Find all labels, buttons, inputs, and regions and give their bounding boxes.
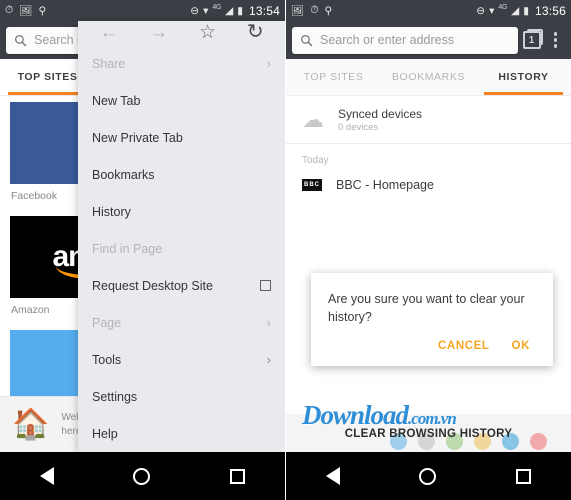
clock-label: 13:54 [248,3,280,18]
menu-item-new-tab[interactable]: New Tab [78,82,285,119]
watermark-logo: Download.com.vn [302,400,457,431]
menu-item-help[interactable]: Help [78,415,285,452]
chevron-right-icon: › [266,56,271,71]
synced-devices-text: Synced devices 0 devices [338,107,422,133]
menu-item-label: Settings [92,389,138,404]
bbc-favicon: BBC [302,179,322,191]
forward-icon[interactable]: → [149,23,168,42]
chevron-right-icon: › [266,315,271,330]
network-type-label: 4G [498,4,508,11]
battery-icon: ▮ [237,4,243,17]
menu-item-settings[interactable]: Settings [78,378,285,415]
location-pin-icon: ⚲ [324,4,333,17]
menu-item-list: Share › New Tab New Private Tab Bookmark… [78,43,285,452]
menu-item-page[interactable]: Page › [78,304,285,341]
synced-devices-count: 0 devices [338,121,379,133]
do-not-disturb-icon: ⊖ [190,4,200,17]
tab-bookmarks[interactable]: BOOKMARKS [381,59,476,95]
status-bar-right-icons: ⊖ ▾ 4G ◢ ▮ 13:56 [476,4,566,18]
section-header-today: Today [302,155,329,166]
synced-devices-row[interactable]: ☁ Synced devices 0 devices [286,96,571,144]
history-item-title: BBC - Homepage [336,178,434,192]
image-icon: 🖼 [19,5,33,17]
menu-item-bookmarks[interactable]: Bookmarks [78,156,285,193]
search-placeholder: Search or enter address [320,33,455,47]
recents-square-icon[interactable] [516,468,532,484]
wifi-icon: ▾ [489,4,495,17]
left-phone-screen: ⏱ 🖼 ⚲ ⊖ ▾ 4G ◢ ▮ 13:54 Search or enter a… [0,0,285,500]
signal-icon: ◢ [511,4,520,17]
cloud-icon: ☁ [302,106,324,132]
history-list: ☁ Synced devices 0 devices Today BBC BBC… [286,96,571,452]
alarm-icon: ⏱ [310,4,319,16]
menu-item-label: New Private Tab [92,130,183,145]
location-pin-icon: ⚲ [38,4,47,17]
chevron-right-icon: › [266,352,271,367]
home-circle-icon[interactable] [133,467,151,485]
menu-item-label: Page [92,315,122,330]
menu-nav-row: ← → ☆ ↻ [78,21,285,43]
menu-item-label: Help [92,426,118,441]
watermark: Download.com.vn CLEAR BROWSING HISTORY [286,400,571,452]
menu-item-label: History [92,204,131,219]
android-nav-bar [0,452,285,500]
browser-menu-panel: ← → ☆ ↻ Share › New Tab New Private Tab … [78,21,285,452]
dialog-actions: CANCEL OK [328,326,536,360]
status-bar-left-icons: 🖼 ⏱ ⚲ [291,4,332,17]
history-row[interactable]: BBC BBC - Homepage [286,173,571,197]
image-icon: 🖼 [291,5,305,17]
menu-item-share[interactable]: Share › [78,45,285,82]
menu-item-label: Find in Page [92,241,163,256]
menu-item-label: Tools [92,352,122,367]
menu-item-history[interactable]: History [78,193,285,230]
menu-item-label: Request Desktop Site [92,278,213,293]
menu-item-new-private-tab[interactable]: New Private Tab [78,119,285,156]
menu-item-find-in-page[interactable]: Find in Page [78,230,285,267]
signal-icon: ◢ [225,4,234,17]
ok-button[interactable]: OK [512,340,530,352]
synced-devices-title: Synced devices [338,106,423,121]
tab-counter-button[interactable]: 1 [518,25,546,55]
wifi-icon: ▾ [203,4,209,17]
tab-count-label: 1 [522,29,543,49]
kebab-menu-icon[interactable] [546,28,566,52]
android-nav-bar [286,452,571,500]
bookmark-star-icon[interactable]: ☆ [199,23,216,42]
status-bar: ⏱ 🖼 ⚲ ⊖ ▾ 4G ◢ ▮ 13:54 [0,0,285,21]
do-not-disturb-icon: ⊖ [476,4,486,17]
status-bar: 🖼 ⏱ ⚲ ⊖ ▾ 4G ◢ ▮ 13:56 [286,0,571,21]
network-type-label: 4G [212,4,222,11]
reload-icon[interactable]: ↻ [247,22,264,42]
watermark-caption: CLEAR BROWSING HISTORY [344,428,513,440]
clear-history-dialog: Are you sure you want to clear your hist… [311,273,553,367]
menu-item-label: New Tab [92,93,141,108]
back-triangle-icon[interactable] [39,467,54,485]
status-bar-left-icons: ⏱ 🖼 ⚲ [5,4,46,17]
watermark-logo-suffix: .com.vn [408,409,457,428]
tab-history[interactable]: HISTORY [476,59,571,95]
battery-icon: ▮ [523,4,529,17]
right-tab-bar: TOP SITES BOOKMARKS HISTORY [286,59,571,96]
search-icon [300,34,313,46]
search-input[interactable]: Search or enter address [292,26,518,54]
recents-square-icon[interactable] [230,468,246,484]
cancel-button[interactable]: CANCEL [438,340,490,352]
screenshot-pair: ⏱ 🖼 ⚲ ⊖ ▾ 4G ◢ ▮ 13:54 Search or enter a… [0,0,571,500]
watermark-logo-main: Download [302,400,409,430]
checkbox-icon[interactable] [260,280,271,291]
menu-item-tools[interactable]: Tools › [78,341,285,378]
back-triangle-icon[interactable] [325,467,340,485]
home-circle-icon[interactable] [419,467,437,485]
menu-item-label: Share [92,56,126,71]
clock-label: 13:56 [534,3,566,18]
alarm-icon: ⏱ [5,4,14,16]
menu-item-label: Bookmarks [92,167,155,182]
back-icon[interactable]: ← [99,23,118,42]
menu-item-request-desktop-site[interactable]: Request Desktop Site [78,267,285,304]
dialog-message: Are you sure you want to clear your hist… [328,292,525,325]
status-bar-right-icons: ⊖ ▾ 4G ◢ ▮ 13:54 [190,4,280,18]
tab-top-sites[interactable]: TOP SITES [286,59,381,95]
browser-toolbar: Search or enter address 1 [286,21,571,59]
right-phone-screen: 🖼 ⏱ ⚲ ⊖ ▾ 4G ◢ ▮ 13:56 Search or enter a… [285,0,571,500]
